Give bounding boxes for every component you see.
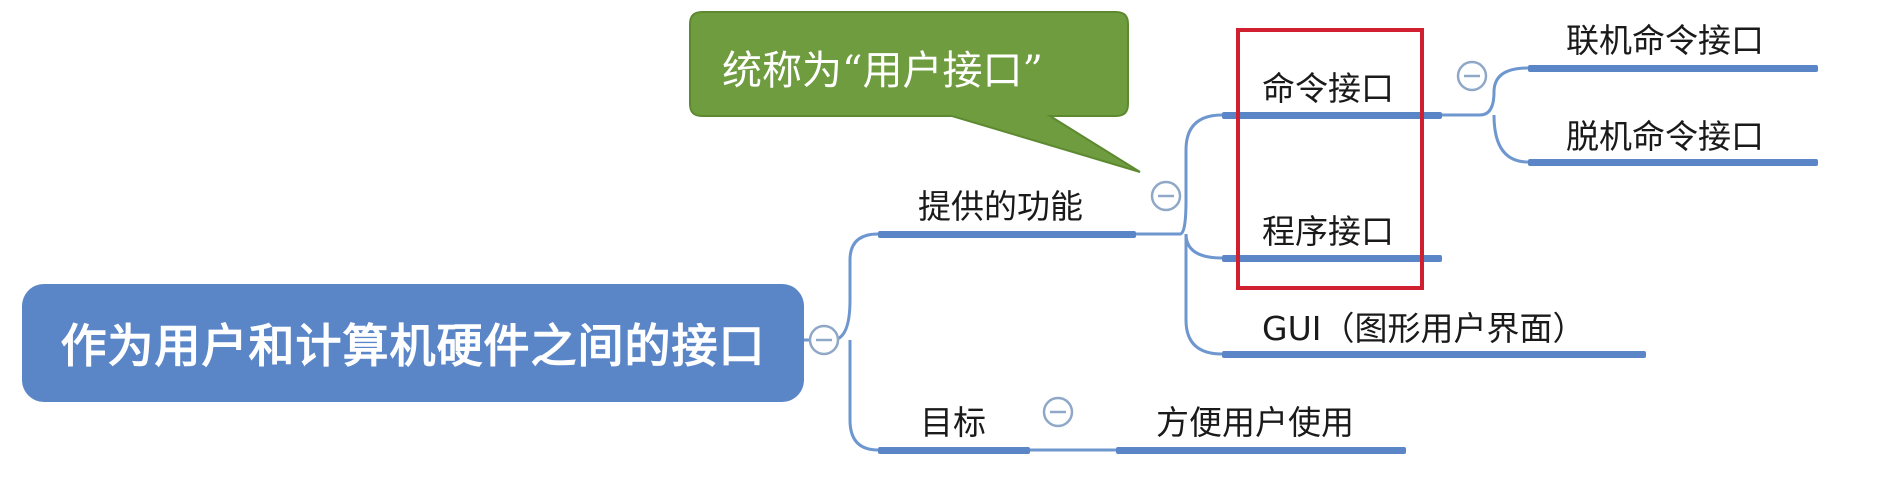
node-goal[interactable]: 目标 xyxy=(920,396,986,444)
provide-connectors xyxy=(1136,113,1223,356)
node-offline-command[interactable]: 脱机命令接口 xyxy=(1566,110,1764,158)
node-program-interface[interactable]: 程序接口 xyxy=(1262,205,1394,253)
root-collapse-button[interactable] xyxy=(808,324,840,356)
node-command-interface[interactable]: 命令接口 xyxy=(1262,62,1394,110)
root-node[interactable]: 作为用户和计算机硬件之间的接口 xyxy=(22,284,804,402)
goal-collapse-button[interactable] xyxy=(1042,396,1074,428)
provide-collapse-button[interactable] xyxy=(1150,180,1182,212)
callout-label: 统称为“用户接口” xyxy=(722,48,1043,94)
node-convenient-use[interactable]: 方便用户使用 xyxy=(1156,396,1354,444)
node-online-command[interactable]: 联机命令接口 xyxy=(1566,14,1764,62)
node-gui[interactable]: GUI（图形用户界面） xyxy=(1262,302,1585,350)
command-collapse-button[interactable] xyxy=(1456,60,1488,92)
node-provide-functions[interactable]: 提供的功能 xyxy=(918,180,1083,228)
